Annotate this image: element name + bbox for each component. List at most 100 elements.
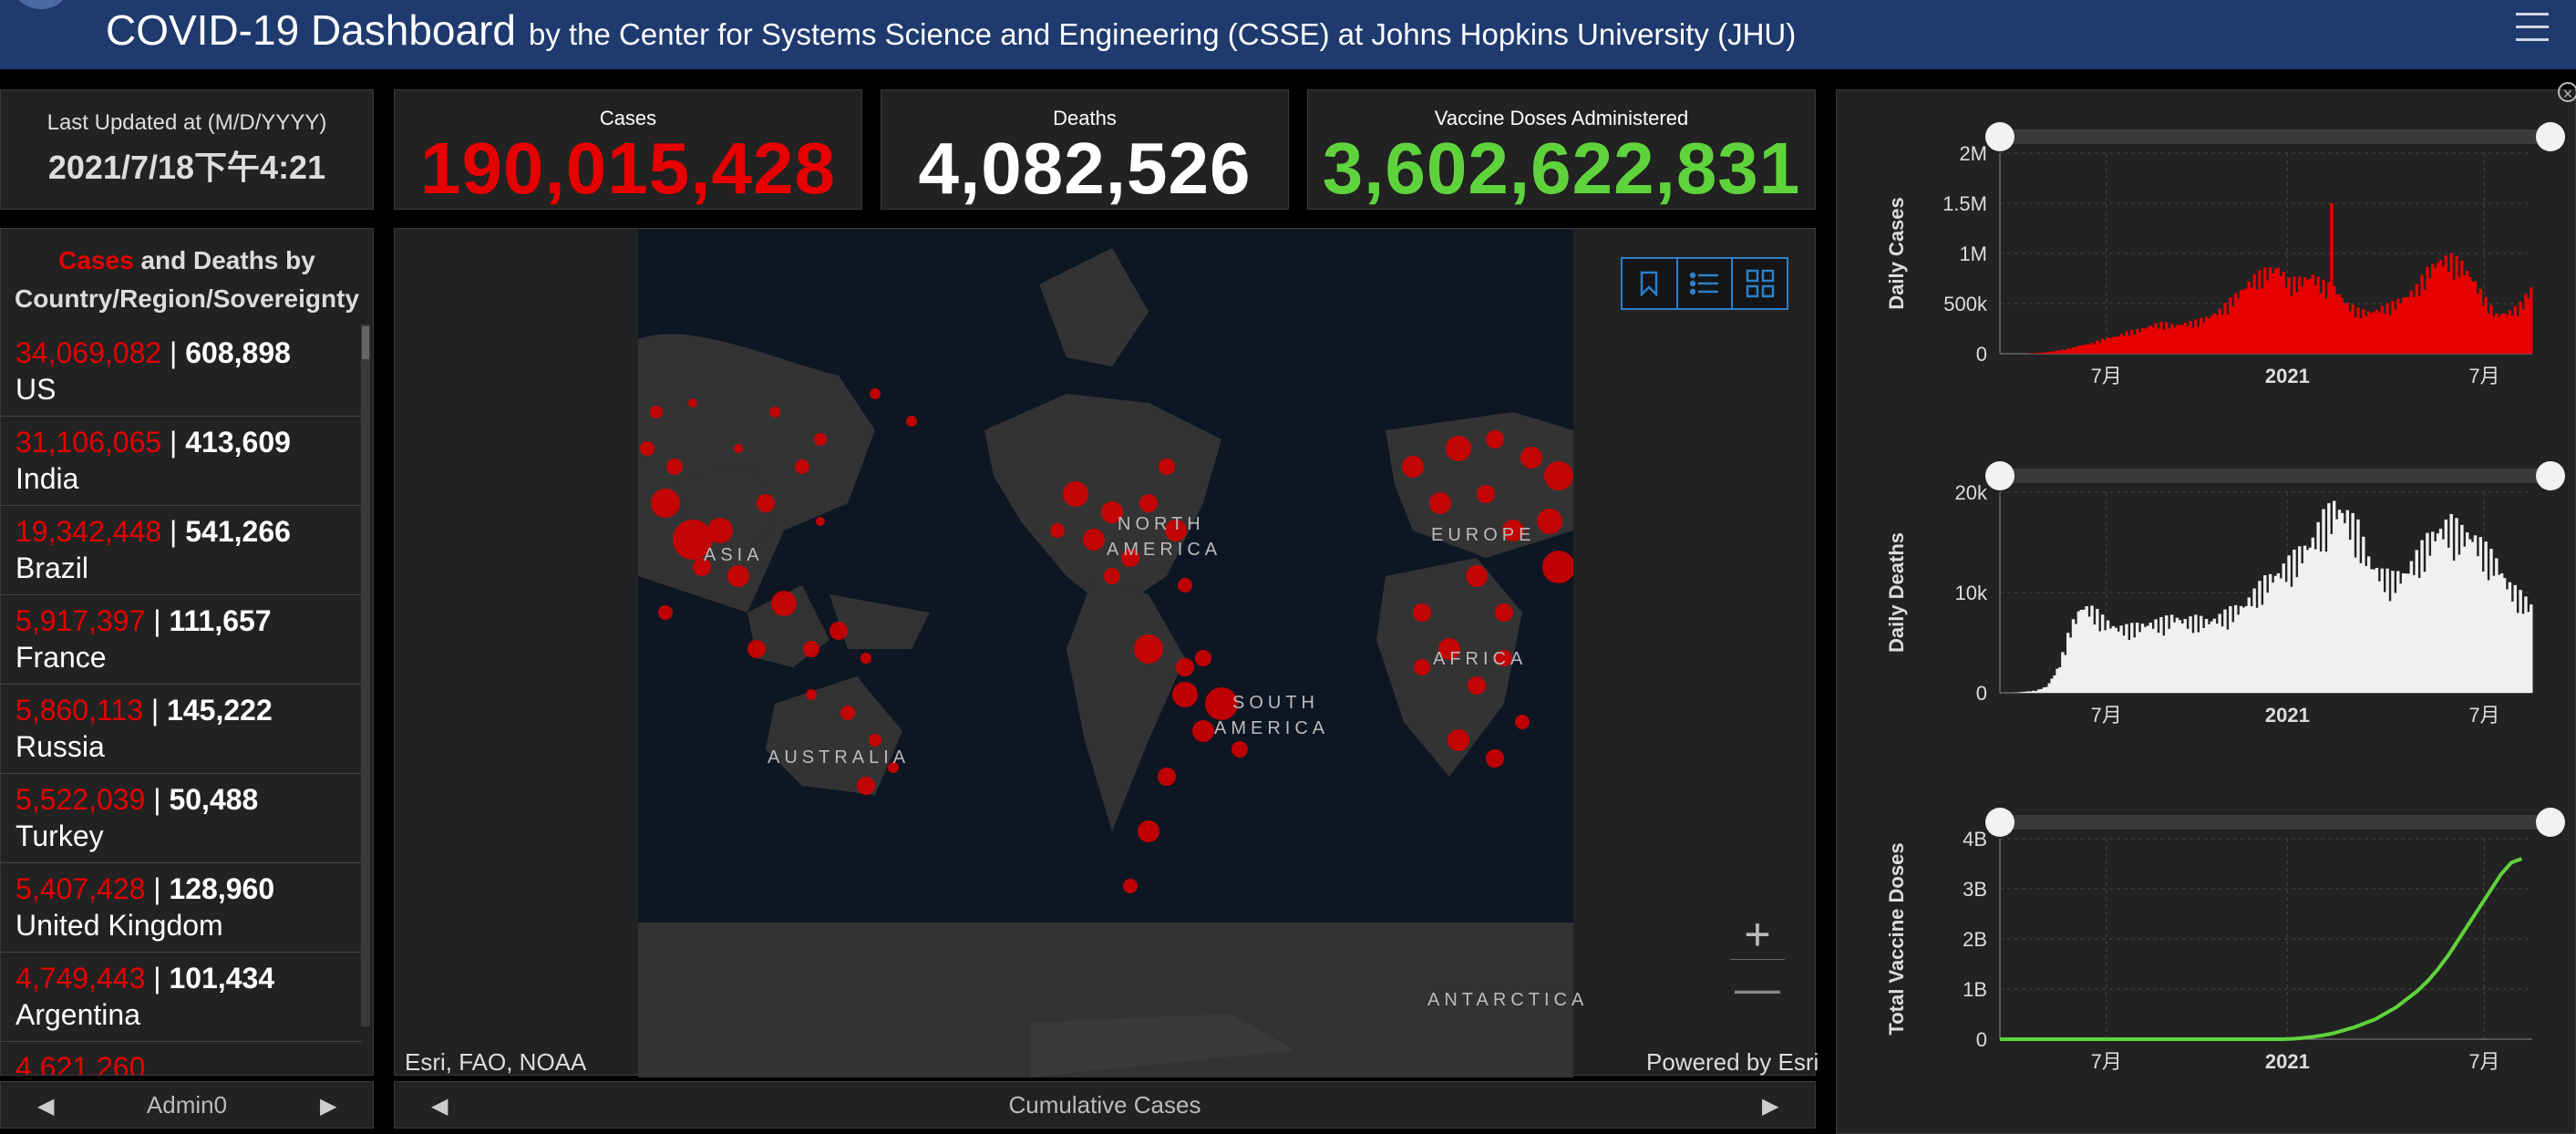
bar — [2169, 324, 2174, 354]
bar — [2380, 568, 2384, 693]
bar — [2266, 280, 2270, 354]
powered-by-esri[interactable]: Powered by Esri — [1646, 1048, 1819, 1077]
y-tick-label: 3B — [1963, 878, 1987, 901]
y-tick-label: 0 — [1976, 682, 1987, 705]
bar — [2258, 270, 2262, 354]
bar — [2201, 627, 2206, 693]
case-bubble — [803, 641, 819, 657]
bar — [2396, 571, 2400, 693]
bar — [2470, 541, 2475, 693]
bar — [2138, 632, 2142, 693]
bar — [2085, 606, 2088, 693]
zoom-in-button[interactable]: + — [1730, 910, 1785, 960]
case-bubble — [1176, 658, 1194, 676]
case-bubble — [1429, 492, 1451, 514]
bar — [2279, 276, 2283, 354]
bar — [2340, 297, 2344, 354]
bar — [2162, 635, 2166, 693]
bar — [2420, 274, 2424, 354]
list-item[interactable]: 34,069,082 | 608,898 US — [1, 327, 362, 417]
list-item[interactable]: 5,917,397 | 111,657 France — [1, 595, 362, 685]
bar — [2247, 281, 2251, 354]
bar — [2085, 344, 2088, 354]
admin0-tab[interactable]: Admin0 — [1, 1091, 373, 1119]
list-scrollbar[interactable] — [361, 325, 370, 1026]
zoom-out-button[interactable]: — — [1730, 965, 1785, 1015]
row-country: US — [15, 373, 57, 406]
case-bubble — [1104, 568, 1120, 584]
bar — [2117, 631, 2120, 693]
list-item[interactable]: 5,407,428 | 128,960 United Kingdom — [1, 863, 362, 953]
bar — [2481, 305, 2485, 354]
bar — [2186, 628, 2190, 693]
bar — [2175, 325, 2179, 354]
cumulative-cases-tab[interactable]: Cumulative Cases — [395, 1091, 1815, 1119]
heading-cases: Cases — [58, 246, 134, 274]
map-label-south-america: AMERICA — [1214, 718, 1330, 738]
list-scroll-thumb[interactable] — [362, 326, 369, 359]
bar — [2366, 556, 2371, 693]
row-country: Brazil — [15, 552, 89, 584]
page-title: COVID-19 Dashboard by the Center for Syst… — [106, 5, 1796, 55]
bar — [2428, 278, 2432, 354]
bar — [2138, 332, 2142, 354]
bar — [2380, 305, 2384, 354]
close-icon[interactable]: × — [2558, 82, 2576, 103]
deaths-value: 4,082,526 — [918, 128, 1252, 209]
list-icon[interactable] — [1678, 259, 1734, 308]
y-tick-label: 500k — [1943, 293, 1988, 315]
bar — [2334, 519, 2339, 693]
bar — [2056, 668, 2059, 693]
range-handle-right — [2536, 461, 2565, 490]
bar — [2201, 322, 2206, 354]
list-item[interactable]: 5,522,039 | 50,488 Turkey — [1, 774, 362, 863]
daily-cases-chart[interactable]: 0 500k 1M 1.5M 2M 7月 2021 7月 Daily Cases — [1836, 117, 2576, 418]
row-separator: | — [145, 872, 170, 905]
bar — [2229, 605, 2232, 693]
bar — [2117, 336, 2120, 354]
list-item[interactable]: 4,621,260 — [1, 1042, 362, 1075]
case-bubble — [1139, 494, 1158, 512]
case-bubble — [1486, 430, 1504, 448]
bar — [2079, 345, 2084, 354]
vaccine-doses-chart[interactable]: 0 1B 2B 3B 4B 7月 2021 7月 Total Vaccine Doses — [1836, 802, 2576, 1103]
list-item[interactable]: 4,749,443 | 101,434 Argentina — [1, 953, 362, 1042]
bar — [2066, 348, 2070, 354]
bar — [2106, 337, 2110, 354]
map-label-america: AMERICA — [1107, 540, 1222, 560]
map-attribution[interactable]: Esri, FAO, NOAA — [405, 1048, 586, 1077]
case-bubble — [806, 689, 817, 700]
bar — [2058, 350, 2062, 354]
daily-deaths-chart[interactable]: 0 10k 20k 7月 2021 7月 Daily Deaths — [1836, 456, 2576, 757]
list-item[interactable]: 31,106,065 | 413,609 India — [1, 417, 362, 506]
bar — [2351, 304, 2354, 354]
bar — [2415, 284, 2418, 354]
bar — [2068, 348, 2073, 354]
bar — [2417, 577, 2421, 693]
next-map-tab-icon[interactable]: ▶ — [1762, 1093, 1778, 1119]
next-tab-icon[interactable]: ▶ — [320, 1093, 336, 1119]
row-country: Russia — [15, 730, 105, 763]
row-deaths: 50,488 — [169, 783, 259, 816]
bar — [2322, 279, 2325, 354]
qr-grid-icon[interactable] — [1733, 259, 1787, 308]
bar — [2316, 521, 2320, 693]
bar — [2433, 541, 2437, 693]
bar — [2377, 581, 2382, 693]
bar — [2178, 325, 2182, 354]
bar — [2036, 352, 2041, 354]
bar — [2394, 309, 2397, 354]
bookmark-icon[interactable] — [1623, 259, 1678, 308]
deaths-panel: Deaths 4,082,526 — [881, 89, 1289, 210]
case-bubble — [816, 517, 825, 526]
bar — [2343, 304, 2347, 354]
bar — [2231, 622, 2235, 693]
list-item[interactable]: 5,860,113 | 145,222 Russia — [1, 685, 362, 774]
bar — [2524, 294, 2528, 354]
bar — [2056, 350, 2059, 354]
case-bubble — [769, 407, 780, 418]
bar — [2423, 289, 2427, 354]
hamburger-menu-icon[interactable] — [2516, 13, 2549, 44]
list-item[interactable]: 19,342,448 | 541,266 Brazil — [1, 506, 362, 595]
last-updated-panel: Last Updated at (M/D/YYYY) 2021/7/18下午4:… — [0, 89, 374, 210]
